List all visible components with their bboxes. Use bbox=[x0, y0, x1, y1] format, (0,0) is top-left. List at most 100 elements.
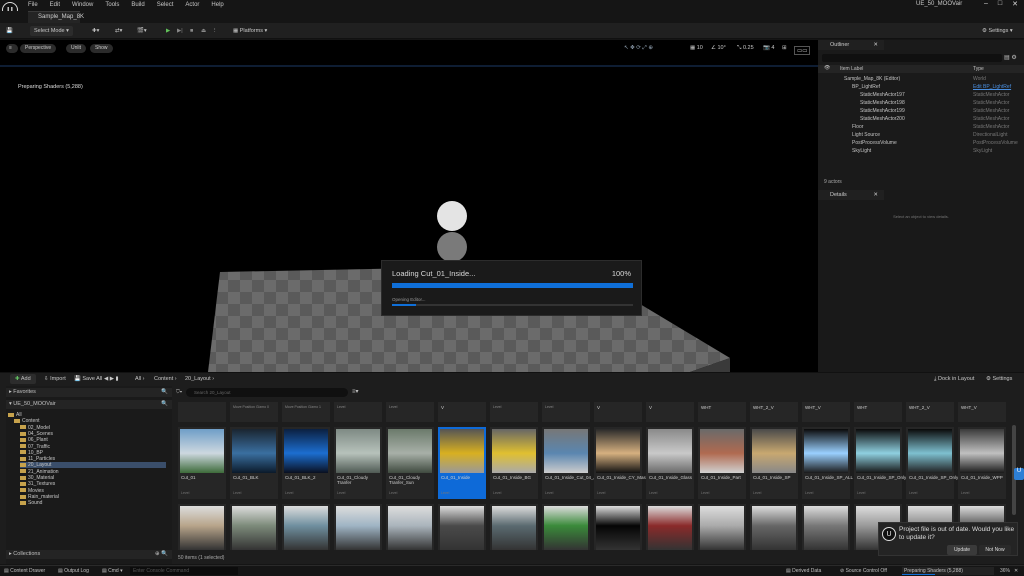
asset-tile[interactable]: Cut_01_Inside_WPP Level bbox=[958, 427, 1006, 499]
menu-select[interactable]: Select bbox=[151, 1, 180, 10]
maximize-icon[interactable]: □ bbox=[998, 0, 1002, 8]
asset-tile[interactable]: WHT bbox=[698, 402, 746, 422]
asset-tile[interactable]: WHT_2_V bbox=[906, 402, 954, 422]
asset-tile[interactable]: WHT_V bbox=[802, 402, 850, 422]
col-item-label[interactable]: Item Label bbox=[840, 65, 863, 73]
menu-window[interactable]: Window bbox=[66, 1, 99, 10]
asset-tile[interactable] bbox=[386, 504, 434, 550]
asset-tile[interactable]: V bbox=[594, 402, 642, 422]
transform-tools[interactable]: ↖ ✥ ⟳ ⤢ ⊕ bbox=[624, 44, 653, 53]
menu-edit[interactable]: Edit bbox=[44, 1, 66, 10]
favorites-search-icon[interactable]: 🔍 bbox=[161, 388, 168, 397]
dock-in-layout-button[interactable]: ⤓ Dock in Layout bbox=[934, 374, 974, 384]
cmd-button[interactable]: ▤ Cmd ▾ bbox=[102, 566, 123, 576]
asset-tile[interactable]: Cut_01_Inside_SP_ALL Level bbox=[802, 427, 853, 499]
close-icon[interactable]: ✕ bbox=[1012, 0, 1018, 8]
outliner-row[interactable]: PostProcessVolume PostProcessVolume bbox=[818, 139, 1024, 147]
asset-tile[interactable] bbox=[178, 402, 226, 422]
cb-settings-button[interactable]: ⚙ Settings bbox=[986, 374, 1012, 384]
asset-tile[interactable]: V bbox=[438, 402, 486, 422]
menu-tools[interactable]: Tools bbox=[99, 1, 125, 10]
asset-tile[interactable]: Level bbox=[490, 402, 538, 422]
folder-item[interactable]: 11_Particles bbox=[20, 456, 55, 462]
console-input[interactable]: Enter Console Command bbox=[130, 567, 238, 575]
side-notification-icon[interactable]: U bbox=[1014, 468, 1024, 480]
perspective-button[interactable]: Perspective bbox=[20, 44, 57, 53]
asset-tile[interactable] bbox=[178, 504, 226, 550]
asset-tile[interactable]: Level bbox=[542, 402, 590, 422]
cancel-icon[interactable]: ✕ bbox=[1014, 566, 1018, 576]
asset-tile[interactable]: Cut_01_Cloudy Tranfer_Sun Level bbox=[386, 427, 434, 499]
folder-item[interactable]: Rain_material bbox=[20, 494, 59, 500]
asset-tile[interactable]: Cut_01_Inside_BG Level bbox=[490, 427, 538, 499]
project-search-icon[interactable]: 🔍 bbox=[161, 400, 168, 409]
asset-tile[interactable]: Cut_01_BLK_2 Level bbox=[282, 427, 330, 499]
add-actor-icon[interactable]: ✚▾ bbox=[92, 26, 99, 36]
folder-item[interactable]: 20_Layout bbox=[20, 462, 166, 469]
tab-map[interactable]: Sample_Map_8K bbox=[28, 11, 84, 23]
step-icon[interactable]: ▶| bbox=[177, 26, 183, 36]
grid-snap[interactable]: ▦ 10 bbox=[690, 44, 703, 53]
outliner-row[interactable]: Floor StaticMeshActor bbox=[818, 123, 1024, 131]
asset-tile[interactable]: Cut_01 Level bbox=[178, 427, 226, 499]
project-header[interactable]: ▾ UE_50_MOOVair 🔍 bbox=[6, 400, 172, 409]
save-all-button[interactable]: 💾 Save All bbox=[74, 374, 102, 384]
asset-tile[interactable]: Cut_01_Inside_SP_Only Level bbox=[854, 427, 906, 499]
details-close-icon[interactable]: ✕ bbox=[873, 190, 878, 200]
menu-actor[interactable]: Actor bbox=[179, 1, 205, 10]
update-button[interactable]: Update bbox=[947, 545, 977, 555]
folder-item[interactable]: 04_Scenes bbox=[20, 431, 53, 437]
asset-tile[interactable] bbox=[594, 504, 642, 550]
folder-item[interactable]: 07_Traffic bbox=[20, 444, 50, 450]
outliner-row-type[interactable]: Edit BP_LightRef bbox=[973, 83, 1011, 91]
menu-file[interactable]: File bbox=[22, 1, 44, 10]
save-icon[interactable]: 💾 bbox=[6, 26, 13, 36]
not-now-button[interactable]: Not Now bbox=[979, 545, 1011, 555]
asset-tile[interactable]: Cut_01_BLK Level bbox=[230, 427, 278, 499]
outliner-tab[interactable]: Outliner ✕ bbox=[818, 40, 884, 50]
breadcrumb-layout[interactable]: 20_Layout › bbox=[185, 374, 214, 384]
asset-tile[interactable]: Cut_01_Inside_Glass Level bbox=[646, 427, 694, 499]
outliner-row[interactable]: SkyLight SkyLight bbox=[818, 147, 1024, 155]
visibility-icon[interactable]: 👁 bbox=[824, 65, 830, 71]
cinematics-icon[interactable]: 🎬▾ bbox=[137, 26, 147, 36]
asset-tile[interactable] bbox=[542, 504, 590, 550]
folder-item[interactable]: 10_BP bbox=[20, 450, 43, 456]
outliner-row[interactable]: StaticMeshActor198 StaticMeshActor bbox=[818, 99, 1024, 107]
outliner-search-input[interactable] bbox=[822, 54, 1002, 62]
toolbar-settings-button[interactable]: ⚙ Settings ▾ bbox=[982, 26, 1013, 36]
asset-tile[interactable]: Move Position Gizmo 1 bbox=[282, 402, 330, 422]
level-viewport[interactable] bbox=[0, 40, 818, 372]
output-log-button[interactable]: ▤ Output Log bbox=[58, 566, 89, 576]
asset-tile[interactable] bbox=[802, 504, 850, 550]
menu-help[interactable]: Help bbox=[205, 1, 229, 10]
asset-tile[interactable]: Cut_01_Inside_Cut_04_Alt Level bbox=[542, 427, 599, 499]
minimize-icon[interactable]: – bbox=[984, 0, 988, 8]
outliner-row[interactable]: Light Source DirectionalLight bbox=[818, 131, 1024, 139]
asset-tile[interactable]: V bbox=[646, 402, 694, 422]
play-options-icon[interactable]: ⋮ bbox=[212, 26, 218, 36]
collections-add-icon[interactable]: ⊕ 🔍 bbox=[155, 550, 168, 559]
add-button[interactable]: ✚ Add bbox=[10, 374, 36, 384]
details-tab[interactable]: Details ✕ bbox=[818, 190, 884, 200]
camera-speed[interactable]: 📷 4 bbox=[763, 44, 774, 53]
asset-tile[interactable]: Move Position Gizmo 0 bbox=[230, 402, 278, 422]
asset-tile[interactable] bbox=[646, 504, 694, 550]
asset-tile[interactable]: Cut_01_Inside_SP Level bbox=[750, 427, 798, 499]
outliner-row[interactable]: StaticMeshActor199 StaticMeshActor bbox=[818, 107, 1024, 115]
asset-tile[interactable] bbox=[490, 504, 538, 550]
viewport-menu-button[interactable]: ≡ bbox=[6, 44, 18, 53]
platforms-button[interactable]: ▦ Platforms ▾ bbox=[233, 26, 267, 36]
asset-tile[interactable] bbox=[230, 504, 278, 550]
menu-build[interactable]: Build bbox=[125, 1, 150, 10]
folder-item[interactable]: All bbox=[8, 412, 22, 418]
history-nav[interactable]: ◀ ▶ ▮ bbox=[104, 374, 119, 384]
show-button[interactable]: Show bbox=[90, 44, 113, 53]
outliner-row[interactable]: BP_LightRef Edit BP_LightRef bbox=[818, 83, 1024, 91]
asset-tile[interactable]: Cut_01_Cloudy Tranfer Level bbox=[334, 427, 382, 499]
folder-item[interactable]: 30_Material bbox=[20, 475, 54, 481]
folder-item[interactable]: 31_Textures bbox=[20, 481, 55, 487]
asset-tile[interactable] bbox=[334, 504, 382, 550]
folder-item[interactable]: Sound bbox=[20, 500, 42, 506]
asset-search-input[interactable]: Search 20_Layout bbox=[186, 388, 348, 397]
